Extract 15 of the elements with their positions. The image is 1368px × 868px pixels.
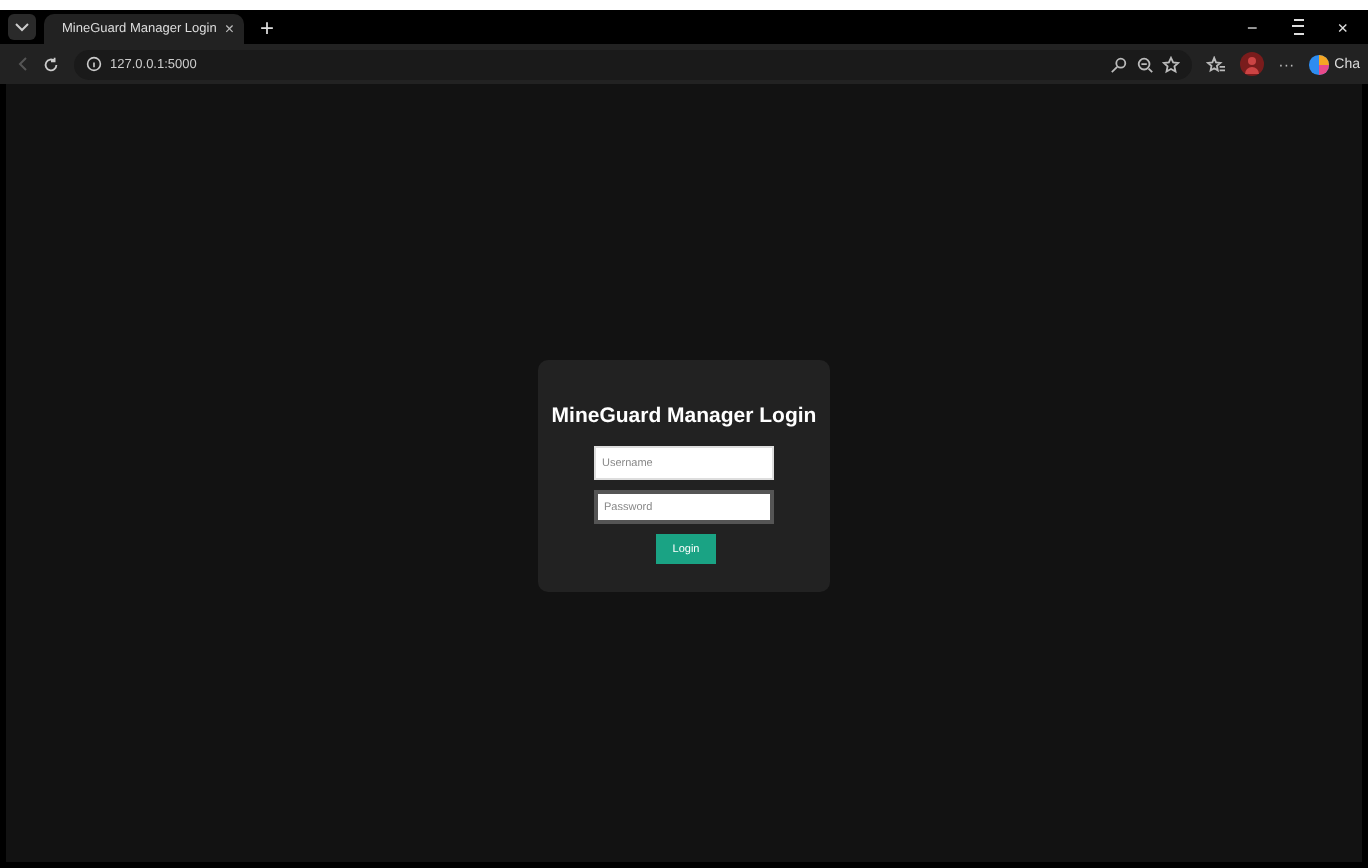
star-icon[interactable] <box>1162 55 1181 73</box>
favorites-icon[interactable] <box>1206 55 1227 73</box>
info-icon <box>86 56 102 72</box>
login-title: MineGuard Manager Login <box>551 404 817 428</box>
copilot-icon <box>1308 53 1331 75</box>
more-button[interactable]: ··· <box>1278 55 1295 73</box>
minimize-button[interactable]: − <box>1234 17 1270 37</box>
chevron-down-icon <box>14 21 30 33</box>
close-tab-button[interactable]: × <box>224 20 234 38</box>
tab-list-button[interactable] <box>8 14 36 40</box>
reload-icon[interactable] <box>42 55 60 73</box>
avatar-icon[interactable] <box>1240 52 1265 76</box>
close-window-button[interactable]: × <box>1325 17 1360 37</box>
zoom-icon[interactable] <box>1136 55 1155 73</box>
new-tab-button[interactable]: + <box>252 13 283 41</box>
